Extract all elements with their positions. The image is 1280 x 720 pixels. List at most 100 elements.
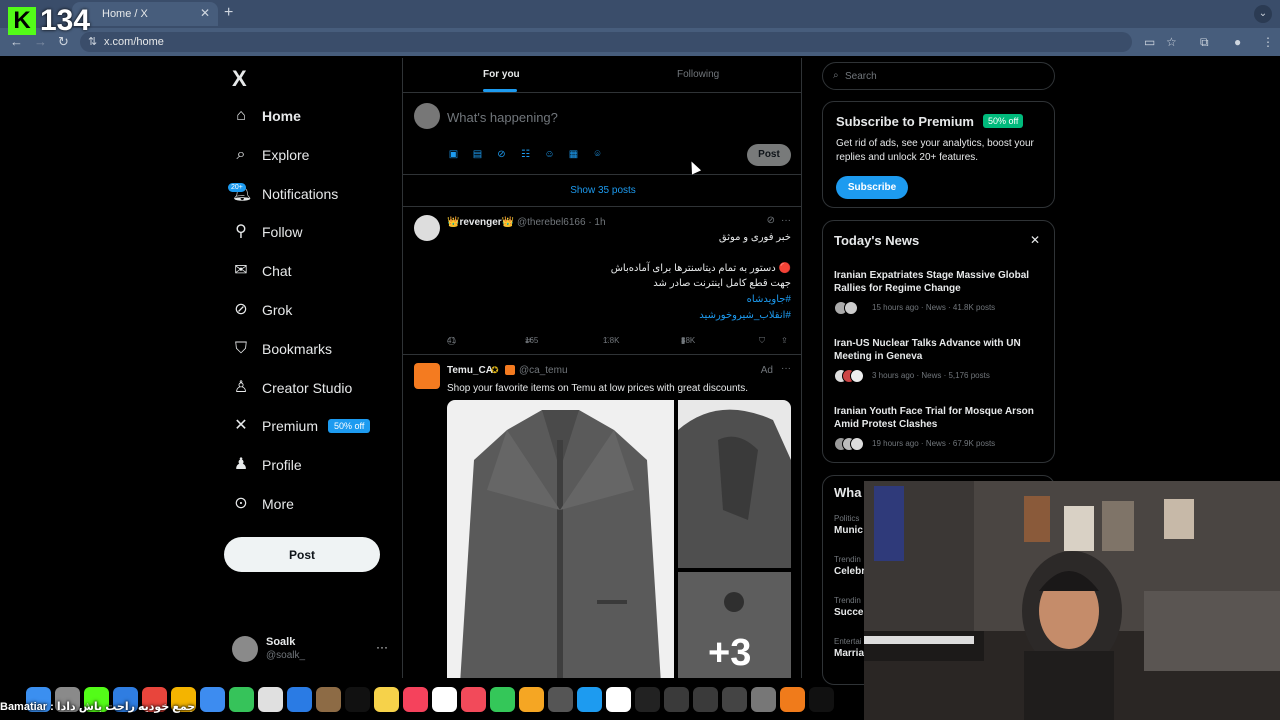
- calendar-icon[interactable]: [432, 686, 457, 712]
- url-field[interactable]: ⇅ x.com/home: [80, 32, 1132, 52]
- temu-logo-icon[interactable]: [414, 363, 440, 389]
- news-card-title: Today's News: [834, 233, 920, 248]
- grok-icon[interactable]: ⊘: [495, 149, 508, 160]
- avatar[interactable]: [414, 215, 440, 241]
- bookmark-star-icon[interactable]: ☆: [1166, 35, 1177, 49]
- x-logo-icon[interactable]: X: [232, 66, 247, 92]
- tab-following[interactable]: Following: [677, 69, 719, 80]
- nav-bookmarks[interactable]: ⛉ Bookmarks: [232, 334, 332, 364]
- tab-close-icon[interactable]: ✕: [200, 6, 210, 20]
- trend-item[interactable]: Politics Munic: [834, 514, 863, 536]
- news-item[interactable]: Iranian Youth Face Trial for Mosque Arso…: [834, 405, 1044, 451]
- nav-notifications[interactable]: 🔔︎ Notifications: [232, 179, 338, 209]
- apple-tv-icon[interactable]: [345, 686, 370, 712]
- more-horizontal-icon[interactable]: ···: [781, 215, 791, 226]
- tweet-author-handle[interactable]: @therebel6166 · 1h: [517, 217, 606, 228]
- obs-icon[interactable]: [664, 686, 689, 712]
- news-meta: 19 hours ago · News · 67.9K posts: [872, 439, 996, 448]
- tweet-text-line: خبر فوری و موثق: [718, 232, 791, 243]
- nav-more[interactable]: ⊙ More: [232, 489, 294, 519]
- cast-icon[interactable]: ▭: [1144, 35, 1155, 49]
- audio-app-icon[interactable]: [693, 686, 718, 712]
- pages-icon[interactable]: [519, 686, 544, 712]
- tweet-author-name[interactable]: 👑revenger👑: [447, 217, 514, 228]
- share-icon[interactable]: ⇪: [781, 336, 788, 345]
- bookmark-icon[interactable]: ⛉: [759, 336, 765, 346]
- nav-label: Profile: [262, 457, 302, 473]
- image-icon[interactable]: ▣: [447, 149, 460, 160]
- numbers-icon[interactable]: [490, 686, 515, 712]
- nav-profile[interactable]: ♟ Profile: [232, 450, 302, 480]
- contacts-icon[interactable]: [258, 686, 283, 712]
- maps-icon[interactable]: [287, 686, 312, 712]
- nav-premium[interactable]: ✕ Premium 50% off: [232, 411, 371, 441]
- nav-grok[interactable]: ⊘ Grok: [232, 295, 292, 325]
- coat-image[interactable]: [447, 400, 674, 678]
- news-item[interactable]: Iranian Expatriates Stage Massive Global…: [834, 269, 1044, 315]
- calendar-31-icon[interactable]: [635, 686, 660, 712]
- tweet-text-line: 🔴 دستور به تمام دیتاسنترها برای آماده‌با…: [610, 263, 791, 274]
- fl-studio-icon[interactable]: [780, 686, 805, 712]
- poll-icon[interactable]: ☷: [519, 149, 532, 160]
- hashtag-link[interactable]: #جاویدشاه: [747, 294, 791, 305]
- folder-icon[interactable]: [316, 686, 341, 712]
- tweet[interactable]: 👑revenger👑 @therebel6166 · 1h ⊘ ··· خبر …: [403, 207, 801, 355]
- system-settings-icon[interactable]: [548, 686, 573, 712]
- blender-icon[interactable]: [722, 686, 747, 712]
- gif-icon[interactable]: ▤: [471, 149, 484, 160]
- new-tab-icon[interactable]: +: [224, 4, 233, 22]
- verified-badge-icon: ✪: [491, 365, 499, 375]
- tab-search-icon[interactable]: ⌄: [1254, 5, 1272, 23]
- ad-media-grid[interactable]: +3: [447, 400, 791, 678]
- nav-home[interactable]: ⌂ Home: [232, 101, 301, 131]
- trend-item[interactable]: Entertai Marria: [834, 637, 864, 659]
- location-icon[interactable]: ⌾: [591, 149, 604, 160]
- trend-item[interactable]: Trendin Celebr: [834, 555, 865, 577]
- coat-button-image[interactable]: +3: [678, 572, 791, 678]
- capcut-icon[interactable]: [809, 686, 834, 712]
- compose-input[interactable]: What's happening?: [447, 110, 558, 125]
- nav-chat[interactable]: ✉ Chat: [232, 256, 291, 286]
- news-app-icon[interactable]: [461, 686, 486, 712]
- news-meta: 15 hours ago · News · 41.8K posts: [872, 303, 996, 312]
- show-new-posts[interactable]: Show 35 posts: [403, 175, 801, 207]
- more-horizontal-icon[interactable]: ···: [781, 363, 791, 374]
- emoji-icon[interactable]: ☺: [543, 149, 556, 160]
- coat-detail-image[interactable]: [678, 400, 791, 568]
- nav-follow[interactable]: ⚲ Follow: [232, 217, 302, 247]
- utility-app-icon[interactable]: [751, 686, 776, 712]
- app-store-icon[interactable]: [577, 686, 602, 712]
- repost-count: 165: [525, 336, 539, 345]
- tweet-author-name[interactable]: Temu_CA: [447, 365, 493, 376]
- search-input[interactable]: ⌕ Search: [822, 62, 1055, 90]
- schedule-icon[interactable]: ▦: [567, 149, 580, 160]
- account-switcher[interactable]: Soalk @soalk_ ···: [232, 634, 394, 664]
- more-circle-icon: ⊙: [234, 495, 248, 512]
- nav-label: Explore: [262, 147, 310, 163]
- trend-category: Trendin: [834, 555, 861, 564]
- notes-icon[interactable]: [374, 686, 399, 712]
- tweet-author-handle[interactable]: @ca_temu: [519, 365, 568, 376]
- post-button[interactable]: Post: [224, 537, 380, 572]
- creator-icon: ♙: [233, 379, 249, 396]
- grok-icon[interactable]: ⊘: [767, 215, 775, 226]
- profile-avatar-icon[interactable]: ●: [1234, 35, 1241, 49]
- compose-post-button[interactable]: Post: [747, 144, 791, 166]
- nav-explore[interactable]: ⌕ Explore: [232, 140, 310, 170]
- hashtag-link[interactable]: #انقلاب_شیروخورشید: [699, 310, 791, 321]
- subscribe-button[interactable]: Subscribe: [836, 176, 908, 199]
- messages-icon[interactable]: [229, 686, 254, 712]
- close-icon[interactable]: ✕: [1030, 233, 1040, 247]
- extensions-icon[interactable]: ⧉: [1200, 35, 1209, 50]
- kick-logo-icon: K: [8, 7, 36, 35]
- notion-icon[interactable]: [606, 686, 631, 712]
- ad-tweet[interactable]: Temu_CA ✪ @ca_temu Ad ··· Shop your favo…: [403, 355, 801, 678]
- browser-tab[interactable]: Home / X ✕: [72, 2, 218, 26]
- browser-menu-icon[interactable]: ⋮: [1262, 35, 1274, 49]
- nav-creator-studio[interactable]: ♙ Creator Studio: [232, 373, 352, 403]
- more-horizontal-icon[interactable]: ···: [376, 640, 388, 654]
- composer-toolbar: ▣ ▤ ⊘ ☷ ☺ ▦ ⌾: [447, 149, 604, 160]
- news-item[interactable]: Iran-US Nuclear Talks Advance with UN Me…: [834, 337, 1044, 383]
- music-icon[interactable]: [403, 686, 428, 712]
- tab-for-you[interactable]: For you: [483, 69, 520, 80]
